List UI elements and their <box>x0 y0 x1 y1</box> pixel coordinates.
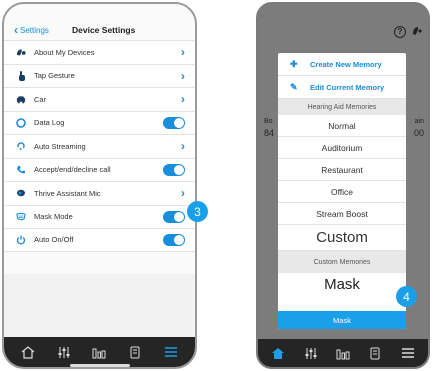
memory-restaurant[interactable]: Restaurant <box>278 159 406 181</box>
chevron-right-icon[interactable]: › <box>181 92 185 106</box>
create-new-memory-button[interactable]: ✚ Create New Memory <box>278 53 406 76</box>
settings-row-about-my-devices[interactable]: About My Devices › <box>4 40 195 64</box>
sliders-icon <box>305 347 317 359</box>
tab-health[interactable] <box>332 343 354 363</box>
tab-menu[interactable] <box>160 342 182 362</box>
tap-hand-icon <box>16 70 26 81</box>
auto-on-off-toggle[interactable] <box>163 233 185 246</box>
menu-icon <box>401 348 414 358</box>
power-icon <box>16 235 26 245</box>
row-label: Tap Gesture <box>34 71 75 81</box>
back-button[interactable]: Settings <box>20 26 49 35</box>
edit-current-memory-button[interactable]: ✎ Edit Current Memory <box>278 76 406 99</box>
bottom-tab-bar <box>258 339 428 367</box>
settings-row-mask-mode[interactable]: Mask Mode <box>4 204 195 228</box>
memory-stream-boost[interactable]: Stream Boost <box>278 203 406 225</box>
mask-icon <box>16 212 26 222</box>
back-chevron-icon[interactable]: ‹ <box>14 23 18 37</box>
row-label: Car <box>34 94 47 104</box>
help-icon[interactable]: ? <box>394 26 406 38</box>
mask-selected-button[interactable]: Mask <box>278 311 406 329</box>
data-log-toggle[interactable] <box>163 116 185 129</box>
tab-remote[interactable] <box>364 343 386 363</box>
plus-icon: ✚ <box>290 58 298 69</box>
chevron-right-icon[interactable]: › <box>181 139 185 153</box>
tab-adjust[interactable] <box>53 342 75 362</box>
row-label: Auto Streaming <box>34 141 86 151</box>
chevron-right-icon[interactable]: › <box>181 69 185 83</box>
home-icon <box>272 347 285 359</box>
tab-menu[interactable] <box>397 343 419 363</box>
chevron-right-icon[interactable]: › <box>181 186 185 200</box>
row-label: Data Log <box>34 118 65 128</box>
hearing-aid-memories-header: Hearing Aid Memories <box>278 99 406 115</box>
settings-row-auto-streaming[interactable]: Auto Streaming › <box>4 134 195 158</box>
tab-home[interactable] <box>17 342 39 362</box>
step-badge-4: 4 <box>396 286 417 307</box>
settings-row-thrive-mic[interactable]: Thrive Assistant Mic › <box>4 181 195 205</box>
background-label-left: Bo <box>264 118 273 125</box>
microphone-icon <box>16 188 26 198</box>
create-new-memory-label: Create New Memory <box>310 59 382 69</box>
hearing-aid-icon[interactable] <box>412 26 422 39</box>
row-label: Accept/end/decline call <box>34 165 111 175</box>
row-label: Auto On/Off <box>34 235 74 245</box>
page-title: Device Settings <box>72 25 136 35</box>
tab-home[interactable] <box>267 343 289 363</box>
row-label: Mask Mode <box>34 212 73 222</box>
remote-icon <box>370 347 380 359</box>
menu-icon <box>165 347 178 357</box>
home-indicator <box>69 364 130 367</box>
accept-call-toggle[interactable] <box>163 163 185 176</box>
memory-auditorium[interactable]: Auditorium <box>278 137 406 159</box>
background-value-right: 00 <box>413 128 424 138</box>
data-log-icon <box>16 117 26 128</box>
empty-area <box>4 274 195 338</box>
background-value-left: 84 <box>264 128 275 138</box>
settings-row-accept-call[interactable]: Accept/end/decline call <box>4 157 195 181</box>
settings-header: ‹ Settings Device Settings <box>4 20 195 40</box>
settings-row-car[interactable]: Car › <box>4 87 195 111</box>
phone-call-icon <box>16 165 26 175</box>
home-icon <box>21 345 35 359</box>
memory-office[interactable]: Office <box>278 181 406 203</box>
tab-adjust[interactable] <box>300 343 322 363</box>
settings-row-tap-gesture[interactable]: Tap Gesture › <box>4 63 195 87</box>
mask-mode-toggle[interactable] <box>163 210 185 223</box>
row-label: About My Devices <box>34 47 95 57</box>
tab-remote[interactable] <box>124 342 146 362</box>
chevron-right-icon[interactable]: › <box>181 45 185 59</box>
settings-row-auto-on-off[interactable]: Auto On/Off <box>4 228 195 252</box>
device-settings-phone: ‹ Settings Device Settings About My Devi… <box>2 2 197 369</box>
car-icon <box>16 94 26 104</box>
streaming-icon <box>16 141 26 151</box>
edit-current-memory-label: Edit Current Memory <box>310 82 385 92</box>
memory-normal[interactable]: Normal <box>278 115 406 137</box>
row-label: Thrive Assistant Mic <box>34 188 101 198</box>
pencil-icon: ✎ <box>290 81 298 92</box>
hearing-aid-icon <box>16 47 26 57</box>
custom-memory-mask[interactable]: Mask <box>278 273 406 295</box>
memory-custom[interactable]: Custom <box>278 225 406 251</box>
bar-chart-icon <box>336 349 350 359</box>
sliders-icon <box>58 346 70 358</box>
step-badge-3: 3 <box>187 201 208 222</box>
tab-health[interactable] <box>88 342 110 362</box>
background-label-right: ain <box>414 118 424 125</box>
settings-row-data-log[interactable]: Data Log <box>4 110 195 134</box>
remote-icon <box>130 346 140 358</box>
memory-menu: ✚ Create New Memory ✎ Edit Current Memor… <box>278 53 406 329</box>
custom-memories-header: Custom Memories <box>278 251 406 273</box>
settings-list: About My Devices › Tap Gesture › Car › D… <box>4 40 195 252</box>
bottom-tab-bar <box>4 337 195 367</box>
memory-menu-phone: ? Bo 84 ain 00 ✚ Create New Memory ✎ Edi… <box>256 2 430 369</box>
bar-chart-icon <box>92 348 106 358</box>
